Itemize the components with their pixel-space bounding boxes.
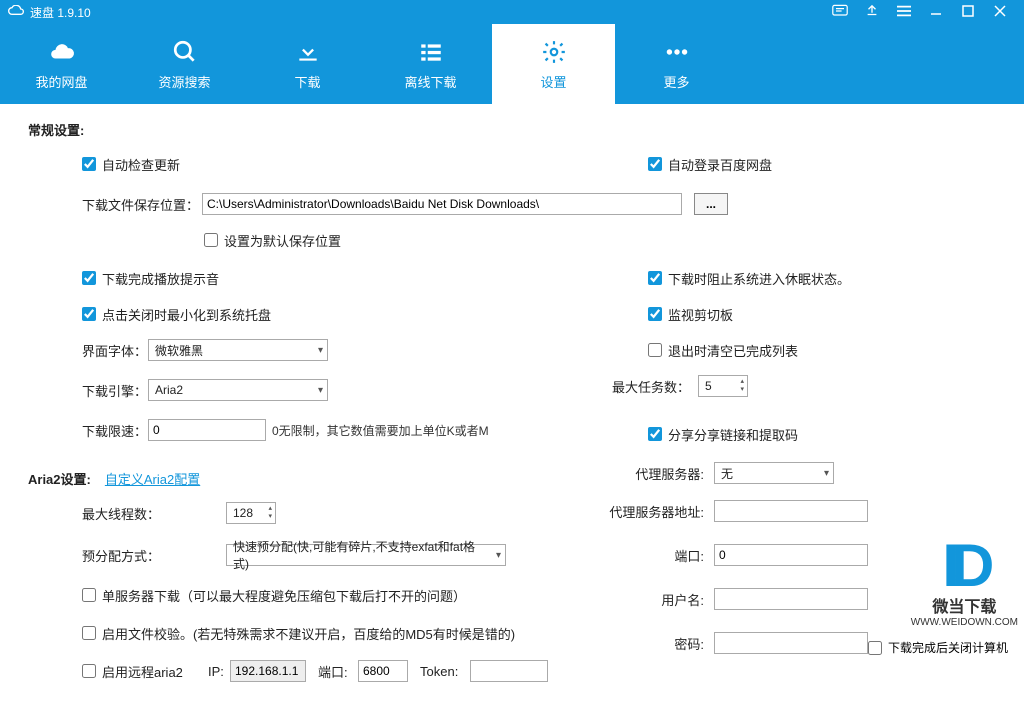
threads-label: 最大线程数： <box>82 504 226 523</box>
aport-label: 端口: <box>318 662 358 681</box>
gear-icon <box>541 38 567 66</box>
token-input[interactable] <box>470 660 548 682</box>
share-link-checkbox[interactable]: 分享分享链接和提取码 <box>648 425 798 444</box>
nav-search[interactable]: 资源搜索 <box>123 24 246 104</box>
aria2-title: Aria2设置: <box>28 469 91 488</box>
feedback-icon[interactable] <box>824 4 856 21</box>
nav-settings[interactable]: 设置 <box>492 24 615 104</box>
nav-label: 资源搜索 <box>158 72 210 91</box>
auto-update-checkbox[interactable]: 自动检查更新 <box>82 155 180 174</box>
prevent-sleep-checkbox[interactable]: 下载时阻止系统进入休眠状态。 <box>648 269 850 288</box>
nav-label: 离线下载 <box>404 72 456 91</box>
nav-label: 下载 <box>294 72 320 91</box>
prealloc-select[interactable]: 快速预分配(快,可能有碎片,不支持exfat和fat格式) <box>226 544 506 566</box>
settings-panel: 常规设置: 自动检查更新 自动登录百度网盘 下载文件保存位置： ... 设置为默… <box>0 104 1024 702</box>
save-path-input[interactable] <box>202 193 682 215</box>
nav-more[interactable]: 更多 <box>615 24 738 104</box>
remote-aria2-checkbox[interactable]: 启用远程aria2 <box>82 662 208 681</box>
proxy-addr-label: 代理服务器地址: <box>604 502 704 521</box>
navbar: 我的网盘 资源搜索 下载 离线下载 设置 更多 <box>0 24 1024 104</box>
max-tasks-spinner[interactable]: 5 <box>698 375 748 397</box>
shutdown-checkbox-row: 下载完成后关闭计算机 <box>868 639 1008 656</box>
titlebar: 速盘 1.9.10 <box>0 0 1024 24</box>
speed-hint: 0无限制，其它数值需要加上单位K或者M <box>272 422 489 439</box>
close-button[interactable] <box>984 4 1016 20</box>
font-label: 界面字体： <box>82 341 148 360</box>
max-tasks-label: 最大任务数： <box>610 377 690 396</box>
aport-input[interactable] <box>358 660 408 682</box>
minimize-button[interactable] <box>920 4 952 20</box>
proxy-addr-input[interactable] <box>714 500 868 522</box>
custom-aria2-link[interactable]: 自定义Aria2配置 <box>105 469 200 488</box>
app-title: 速盘 1.9.10 <box>30 4 91 21</box>
speed-input[interactable] <box>148 419 266 441</box>
port-input[interactable] <box>714 544 868 566</box>
cloud-disk-icon <box>49 38 75 66</box>
set-default-checkbox[interactable]: 设置为默认保存位置 <box>204 231 341 250</box>
shutdown-checkbox[interactable]: 下载完成后关闭计算机 <box>868 639 1008 656</box>
monitor-clip-checkbox[interactable]: 监视剪切板 <box>648 305 733 324</box>
minimize-tray-checkbox[interactable]: 点击关闭时最小化到系统托盘 <box>82 305 271 324</box>
speed-label: 下载限速： <box>82 421 148 440</box>
prealloc-label: 预分配方式： <box>82 546 226 565</box>
threads-spinner[interactable]: 128 <box>226 502 276 524</box>
more-icon <box>664 38 690 66</box>
nav-my-disk[interactable]: 我的网盘 <box>0 24 123 104</box>
clear-done-checkbox[interactable]: 退出时清空已完成列表 <box>648 341 798 360</box>
play-sound-checkbox[interactable]: 下载完成播放提示音 <box>82 269 219 288</box>
user-label: 用户名: <box>604 590 704 609</box>
ip-input[interactable] <box>230 660 306 682</box>
proxy-select[interactable]: 无 <box>714 462 834 484</box>
browse-button[interactable]: ... <box>694 193 728 215</box>
menu-icon[interactable] <box>888 4 920 20</box>
search-icon <box>172 38 198 66</box>
file-verify-checkbox[interactable]: 启用文件校验。(若无特殊需求不建议开启，百度给的MD5有时候是错的) <box>82 624 515 643</box>
share-icon[interactable] <box>856 4 888 21</box>
single-server-checkbox[interactable]: 单服务器下载（可以最大程度避免压缩包下载后打不开的问题） <box>82 586 466 605</box>
user-input[interactable] <box>714 588 868 610</box>
nav-label: 我的网盘 <box>35 72 87 91</box>
nav-download[interactable]: 下载 <box>246 24 369 104</box>
ip-label: IP: <box>208 664 230 679</box>
token-label: Token: <box>420 664 470 679</box>
cloud-icon <box>8 5 24 20</box>
general-title: 常规设置: <box>28 120 996 139</box>
auto-login-checkbox[interactable]: 自动登录百度网盘 <box>648 155 772 174</box>
save-path-label: 下载文件保存位置： <box>82 195 202 214</box>
maximize-button[interactable] <box>952 4 984 20</box>
engine-select[interactable]: Aria2 <box>148 379 328 401</box>
nav-label: 设置 <box>540 72 566 91</box>
port-label: 端口: <box>604 546 704 565</box>
font-select[interactable]: 微软雅黑 <box>148 339 328 361</box>
engine-label: 下载引擎： <box>82 381 148 400</box>
nav-offline[interactable]: 离线下载 <box>369 24 492 104</box>
download-icon <box>295 38 321 66</box>
nav-label: 更多 <box>663 72 689 91</box>
pass-label: 密码: <box>604 634 704 653</box>
pass-input[interactable] <box>714 632 868 654</box>
proxy-label: 代理服务器: <box>604 464 704 483</box>
list-icon <box>418 38 444 66</box>
